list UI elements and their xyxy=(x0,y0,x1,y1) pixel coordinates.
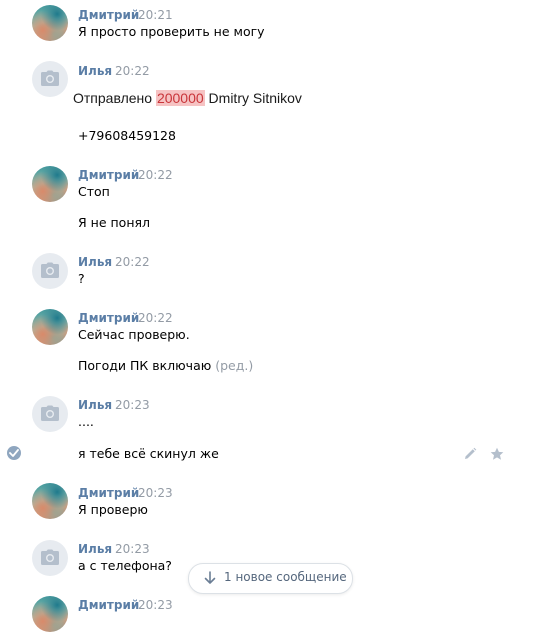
message-time[interactable]: 20:22 xyxy=(138,311,173,325)
message-text: а с телефона? xyxy=(78,558,172,573)
pencil-icon[interactable] xyxy=(463,447,477,461)
message-author[interactable]: Дмитрий xyxy=(78,311,139,325)
star-icon[interactable] xyxy=(490,447,504,461)
avatar[interactable] xyxy=(32,309,68,345)
transfer-amount: 200000 xyxy=(155,90,205,106)
avatar[interactable] xyxy=(32,253,68,289)
camera-icon xyxy=(41,405,59,421)
arrow-down-icon xyxy=(204,571,216,584)
avatar[interactable] xyxy=(32,483,68,519)
message-text: Я просто проверить не могу xyxy=(78,24,265,39)
camera-icon xyxy=(41,70,59,86)
message-text: .... xyxy=(78,414,94,429)
message-time[interactable]: 20:22 xyxy=(115,255,150,269)
message-author[interactable]: Дмитрий xyxy=(78,486,139,500)
message-text: Погоди ПК включаю xyxy=(78,358,212,373)
message-author[interactable]: Илья xyxy=(78,64,112,78)
message-time[interactable]: 20:23 xyxy=(115,398,150,412)
message-text: +79608459128 xyxy=(78,128,176,143)
message-time[interactable]: 20:22 xyxy=(138,168,173,182)
new-messages-button[interactable]: 1 новое сообщение xyxy=(188,563,353,594)
avatar[interactable] xyxy=(32,396,68,432)
message-text: я тебе всё скинул же xyxy=(78,446,219,461)
message-author[interactable]: Илья xyxy=(78,255,112,269)
message-time[interactable]: 20:21 xyxy=(138,8,173,22)
camera-icon xyxy=(41,549,59,565)
message-time[interactable]: 20:22 xyxy=(115,64,150,78)
avatar[interactable] xyxy=(32,61,68,97)
message-text: Стоп xyxy=(78,184,110,199)
new-messages-label: 1 новое сообщение xyxy=(224,570,347,584)
chat-history: Дмитрий 20:21 Я просто проверить не могу… xyxy=(0,0,540,632)
message-author[interactable]: Дмитрий xyxy=(78,8,139,22)
selected-check-icon[interactable] xyxy=(7,446,21,460)
check-icon xyxy=(9,449,19,457)
transfer-recipient: Dmitry Sitnikov xyxy=(208,90,302,106)
transfer-prefix: Отправлено xyxy=(73,90,153,106)
edited-mark[interactable]: (ред.) xyxy=(215,358,253,373)
message-author[interactable]: Дмитрий xyxy=(78,168,139,182)
message-author[interactable]: Илья xyxy=(78,398,112,412)
transfer-message: Отправлено 200000 Dmitry Sitnikov xyxy=(73,89,302,107)
message-text: Я проверю xyxy=(78,502,148,517)
avatar[interactable] xyxy=(32,540,68,576)
camera-icon xyxy=(41,262,59,278)
avatar[interactable] xyxy=(32,596,68,632)
message-time[interactable]: 20:23 xyxy=(138,486,173,500)
message-text: Сейчас проверю. xyxy=(78,327,190,342)
message-text-edited: Погоди ПК включаю (ред.) xyxy=(78,358,253,374)
message-author[interactable]: Илья xyxy=(78,542,112,556)
message-time[interactable]: 20:23 xyxy=(115,542,150,556)
message-text: ? xyxy=(78,271,85,286)
avatar[interactable] xyxy=(32,166,68,202)
message-text: Я не понял xyxy=(78,215,150,230)
avatar[interactable] xyxy=(32,5,68,41)
